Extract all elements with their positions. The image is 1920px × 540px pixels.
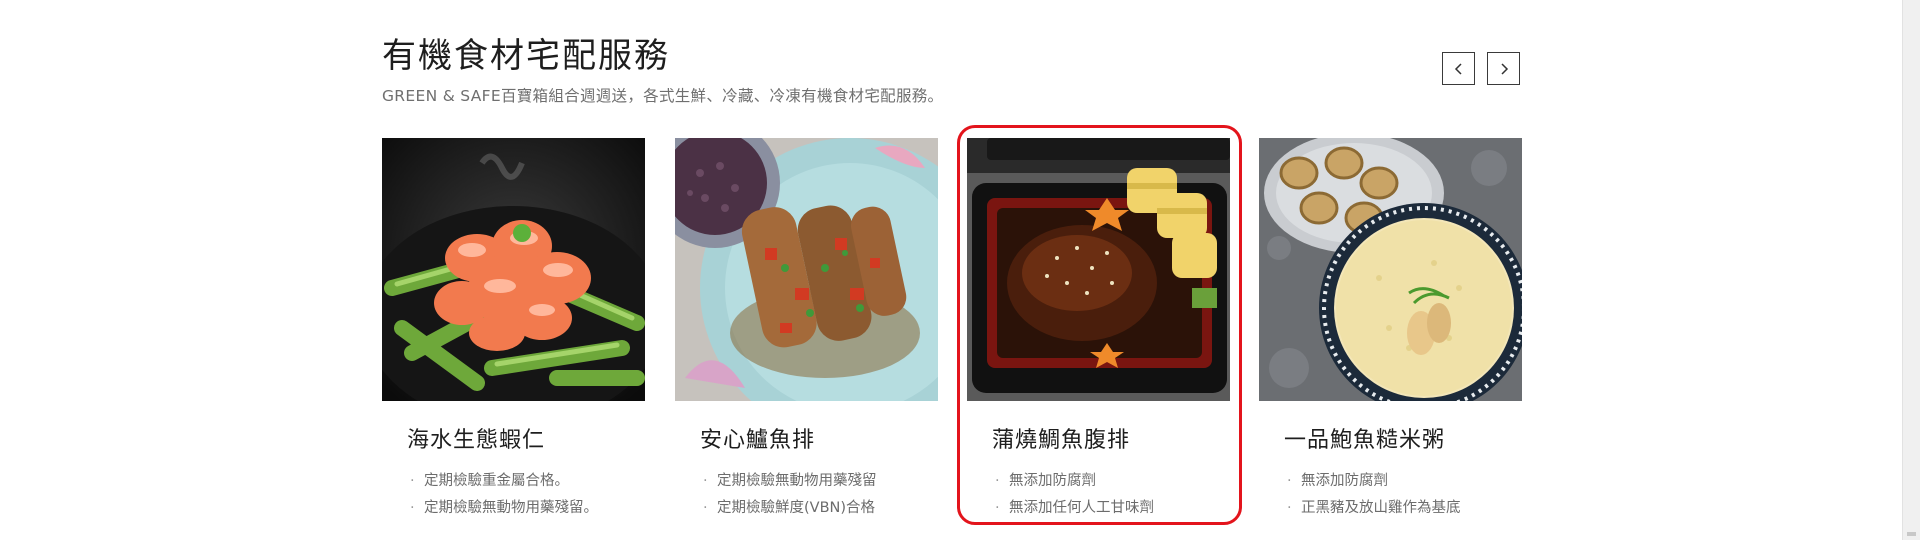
feature-item: · 定期檢驗重金屬合格。 [410,468,645,495]
feature-item: · 無添加任何人工甘味劑 [995,495,1230,522]
sea-bass-fillet-photo[interactable] [675,138,938,401]
bullet-dot-icon: · [995,473,1000,489]
bullet-dot-icon: · [703,500,708,516]
product-name[interactable]: 一品鮑魚糙米粥 [1284,422,1522,454]
product-name[interactable]: 蒲燒鯛魚腹排 [992,422,1230,454]
feature-item: · 定期檢驗無動物用藥殘留。 [410,495,645,522]
product-name[interactable]: 海水生態蝦仁 [407,422,645,454]
carousel-prev-button[interactable] [1442,52,1475,85]
carousel-next-button[interactable] [1487,52,1520,85]
bullet-dot-icon: · [410,500,415,516]
abalone-brown-rice-porridge-photo[interactable] [1259,138,1522,401]
feature-item: · 正黑豬及放山雞作為基底 [1287,495,1522,522]
bullet-dot-icon: · [1287,500,1292,516]
chevron-right-icon [1500,62,1508,75]
kabayaki-sea-bream-bento-photo[interactable] [967,138,1230,401]
product-card-shrimp[interactable]: 海水生態蝦仁 · 定期檢驗重金屬合格。 · 定期檢驗無動物用藥殘留。 [382,138,645,522]
bullet-dot-icon: · [410,473,415,489]
page-scrollbar[interactable] [1902,0,1920,540]
feature-list: · 定期檢驗無動物用藥殘留 · 定期檢驗鮮度(VBN)合格 [703,468,938,522]
shrimp-asparagus-photo[interactable] [382,138,645,401]
chevron-left-icon [1454,62,1462,75]
feature-list: · 定期檢驗重金屬合格。 · 定期檢驗無動物用藥殘留。 [410,468,645,522]
scroll-down-arrow-icon[interactable] [1907,532,1916,536]
bullet-dot-icon: · [703,473,708,489]
product-name[interactable]: 安心鱸魚排 [700,422,938,454]
section-subtitle: GREEN & SAFE百寶箱組合週週送，各式生鮮、冷藏、冷凍有機食材宅配服務。 [382,87,944,105]
feature-item: · 定期檢驗無動物用藥殘留 [703,468,938,495]
bullet-dot-icon: · [995,500,1000,516]
feature-list: · 無添加防腐劑 · 無添加任何人工甘味劑 [995,468,1230,522]
feature-item: · 定期檢驗鮮度(VBN)合格 [703,495,938,522]
product-card-sea-bream[interactable]: 蒲燒鯛魚腹排 · 無添加防腐劑 · 無添加任何人工甘味劑 [967,138,1230,522]
bullet-dot-icon: · [1287,473,1292,489]
feature-item: · 無添加防腐劑 [1287,468,1522,495]
feature-list: · 無添加防腐劑 · 正黑豬及放山雞作為基底 [1287,468,1522,522]
product-card-sea-bass[interactable]: 安心鱸魚排 · 定期檢驗無動物用藥殘留 · 定期檢驗鮮度(VBN)合格 [675,138,938,522]
section-title: 有機食材宅配服務 [382,36,670,76]
feature-item: · 無添加防腐劑 [995,468,1230,495]
product-card-abalone-porridge[interactable]: 一品鮑魚糙米粥 · 無添加防腐劑 · 正黑豬及放山雞作為基底 [1259,138,1522,522]
